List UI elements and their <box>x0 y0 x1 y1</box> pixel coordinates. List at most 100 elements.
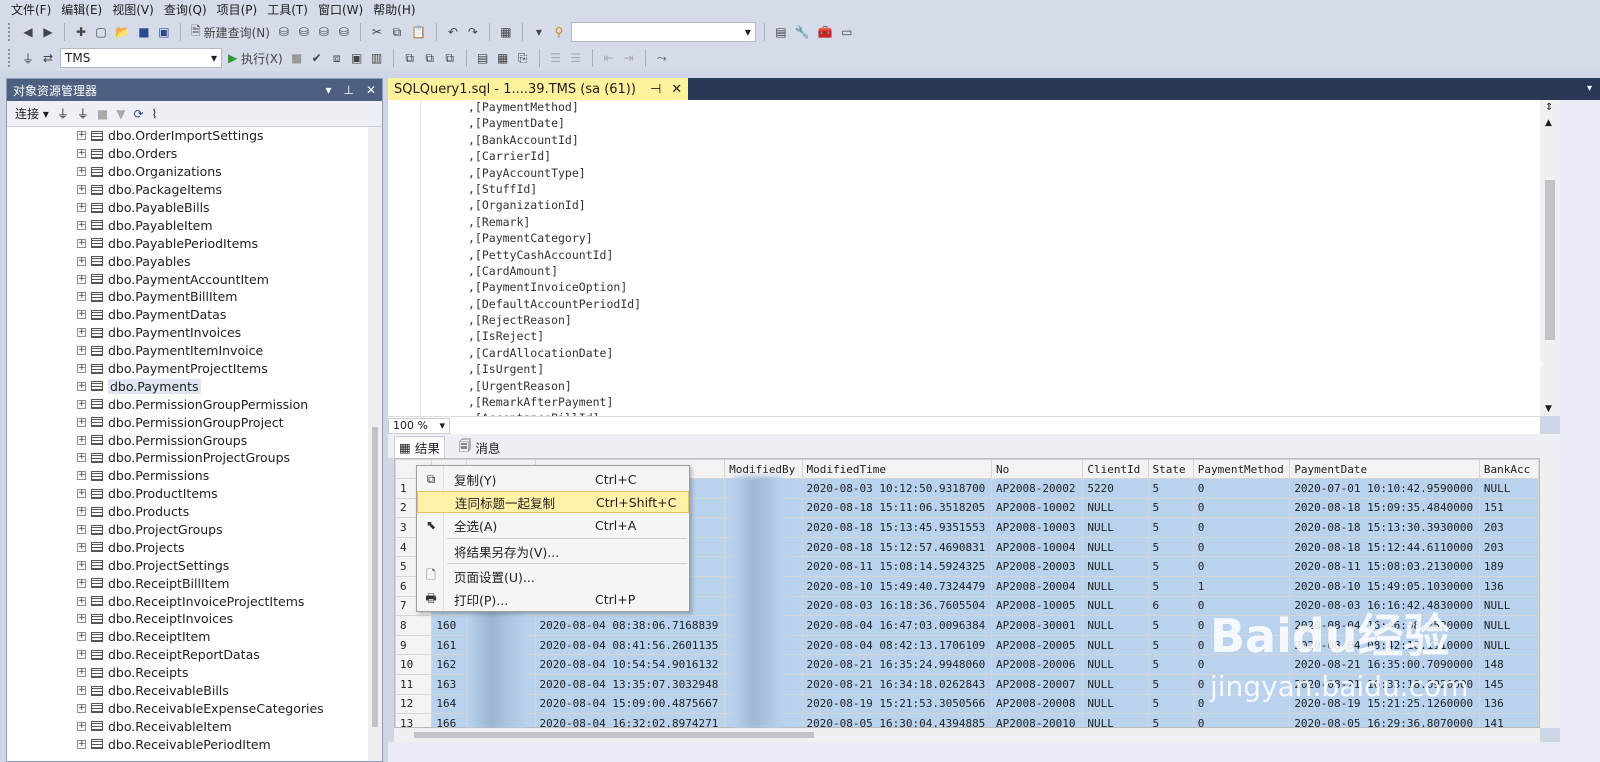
column-header[interactable]: State <box>1147 459 1194 479</box>
table-cell[interactable]: AP2008-20005 <box>991 634 1084 656</box>
expand-icon[interactable]: + <box>77 614 86 624</box>
tree-node-table[interactable]: + dbo.Organizations <box>7 163 368 181</box>
results-grid-icon[interactable]: ▦ <box>495 48 511 68</box>
expand-icon[interactable]: + <box>77 364 86 374</box>
table-cell[interactable]: NULL <box>1082 556 1149 577</box>
row-number[interactable]: 9 <box>395 634 433 656</box>
tree-node-table[interactable]: + dbo.Orders <box>7 145 368 163</box>
table-cell[interactable]: 5 <box>1147 673 1194 695</box>
tree-node-table[interactable]: + dbo.PayableBills <box>7 199 368 217</box>
tree-node-table[interactable]: + dbo.PayableItem <box>7 216 368 234</box>
table-cell[interactable]: 2020-08-21 16:34:18.0262843 <box>801 673 993 695</box>
tree-node-table[interactable]: + dbo.PaymentItemInvoice <box>7 342 368 360</box>
table-cell[interactable]: NULL <box>1478 478 1539 499</box>
toolbar-grip[interactable] <box>8 23 12 41</box>
menu-item[interactable]: 文件(F) <box>11 1 51 18</box>
tree-node-table[interactable]: + dbo.PayablePeriodItems <box>7 234 368 252</box>
chevron-down-icon[interactable]: ▾ <box>1587 83 1592 94</box>
new-query-button[interactable]: 🗎 新建查询(N) <box>189 22 272 42</box>
expand-icon[interactable]: + <box>77 203 86 212</box>
copy-icon[interactable]: ⧉ <box>389 22 405 42</box>
tree-node-table[interactable]: + dbo.PaymentProjectItems <box>7 360 368 378</box>
specify-values-icon[interactable]: ⤳ <box>654 48 670 68</box>
expand-icon[interactable]: + <box>77 381 86 391</box>
table-cell[interactable]: NULL <box>1082 713 1149 727</box>
menu-item-select-all[interactable]: ⬉ 全选(A) Ctrl+A <box>417 514 689 536</box>
expand-icon[interactable]: + <box>77 471 86 481</box>
tree-node-table[interactable]: + dbo.ReceiptItem <box>7 628 368 646</box>
expand-icon[interactable]: + <box>77 739 86 749</box>
table-cell[interactable]: 5 <box>1147 693 1194 715</box>
tree-node-table[interactable]: + dbo.ReceivableBills <box>7 682 368 700</box>
table-cell[interactable]: AP2008-20004 <box>991 575 1084 597</box>
table-cell[interactable]: 161 <box>431 634 467 656</box>
menu-item-copy-with-headers[interactable]: 连同标题一起复制 Ctrl+Shift+C <box>417 491 689 513</box>
column-header[interactable]: PaymentDate <box>1289 459 1480 479</box>
table-cell[interactable]: NULL <box>1082 497 1149 519</box>
connect-button[interactable]: 连接 ▾ <box>15 105 49 122</box>
table-cell[interactable]: 2020-08-04 16:47:03.0096384 <box>801 615 993 636</box>
tree-node-table[interactable]: + dbo.OrderImportSettings <box>7 127 368 145</box>
table-cell[interactable]: 163 <box>431 673 467 695</box>
table-cell[interactable]: 203 <box>1478 536 1539 558</box>
stop-icon[interactable]: ■ <box>289 48 305 68</box>
table-cell[interactable]: 0 <box>1192 713 1291 727</box>
undo-icon[interactable]: ↶ <box>445 22 461 42</box>
table-cell[interactable]: 0 <box>1192 556 1291 577</box>
connect-icon[interactable]: ⏚ <box>20 48 36 68</box>
column-header[interactable]: No <box>991 459 1084 479</box>
table-cell[interactable]: 2020-08-18 15:13:30.3930000 <box>1289 517 1480 538</box>
close-icon[interactable]: ✕ <box>366 83 376 97</box>
table-cell[interactable]: 2020-08-11 15:08:14.5924325 <box>801 556 993 577</box>
table-cell[interactable]: AP2008-20010 <box>991 713 1084 727</box>
tree-node-table[interactable]: + dbo.PermissionGroups <box>7 431 368 449</box>
table-cell[interactable]: 2020-08-11 15:08:03.2130000 <box>1289 556 1480 577</box>
table-cell[interactable]: 2020-08-04 15:09:00.4875667 <box>534 693 726 715</box>
results-file-icon[interactable]: ⎘ <box>515 48 531 68</box>
tree-node-table[interactable]: + dbo.ProjectSettings <box>7 556 368 574</box>
tree-node-table[interactable]: + dbo.PaymentInvoices <box>7 324 368 342</box>
expand-icon[interactable]: + <box>77 507 86 517</box>
mdx-query-icon[interactable]: ⛁ <box>276 22 292 42</box>
scroll-down-icon[interactable]: ▼ <box>1545 404 1552 414</box>
expand-icon[interactable]: + <box>77 560 86 570</box>
cut-icon[interactable]: ✂ <box>369 22 385 42</box>
table-cell[interactable]: 189 <box>1478 556 1539 577</box>
table-cell[interactable]: 136 <box>1478 693 1539 715</box>
expand-icon[interactable]: + <box>77 668 86 678</box>
redo-icon[interactable]: ↷ <box>465 22 481 42</box>
table-cell[interactable]: 0 <box>1192 478 1291 499</box>
table-cell[interactable]: 2020-08-18 15:12:57.4690831 <box>801 536 993 558</box>
table-cell[interactable]: 2020-08-04 08:42:13.1706109 <box>801 634 993 656</box>
table-cell[interactable]: NULL <box>1082 615 1149 636</box>
tree-node-table[interactable]: + dbo.Payments <box>7 377 368 395</box>
table-cell[interactable]: AP2008-20003 <box>991 556 1084 577</box>
pin-icon[interactable]: ⊥ <box>343 83 353 97</box>
expand-icon[interactable]: + <box>77 328 86 338</box>
table-cell[interactable]: 5 <box>1147 615 1194 636</box>
dmx-query-icon[interactable]: ⛁ <box>296 22 312 42</box>
filter-icon[interactable]: ▼ <box>116 107 125 121</box>
expand-icon[interactable]: + <box>77 399 86 409</box>
table-cell[interactable]: 151 <box>1478 497 1539 519</box>
tree-node-table[interactable]: + dbo.Projects <box>7 538 368 556</box>
table-cell[interactable]: 2020-08-03 16:18:36.7605504 <box>801 595 993 617</box>
toolbox-icon[interactable]: 🧰 <box>816 22 835 42</box>
expand-icon[interactable]: + <box>77 542 86 552</box>
column-header[interactable]: ModifiedTime <box>801 459 993 479</box>
expand-icon[interactable]: + <box>77 131 86 141</box>
expand-icon[interactable]: + <box>77 185 86 195</box>
zoom-combo[interactable]: 100 % ▾ <box>388 417 450 434</box>
menu-item-page-setup[interactable]: 🗋 页面设置(U)... <box>417 565 689 587</box>
tree-node-table[interactable]: + dbo.Permissions <box>7 467 368 485</box>
dropdown-icon[interactable]: ▾ <box>531 22 547 42</box>
expand-icon[interactable]: + <box>77 703 86 713</box>
scroll-up-icon[interactable]: ▲ <box>1545 118 1552 128</box>
expand-icon[interactable]: + <box>77 310 86 320</box>
tree-node-table[interactable]: + dbo.PermissionGroupPermission <box>7 395 368 413</box>
tree-node-table[interactable]: + dbo.ReceiptInvoiceProjectItems <box>7 592 368 610</box>
column-header[interactable]: BankAcc <box>1478 459 1539 479</box>
estimated-plan-icon[interactable]: ⧈ <box>329 48 345 68</box>
table-row[interactable]: 13 166 2020-08-04 16:32:02.8974271 2020-08-… <box>395 713 1539 727</box>
comment-icon[interactable]: ☰ <box>548 48 564 68</box>
